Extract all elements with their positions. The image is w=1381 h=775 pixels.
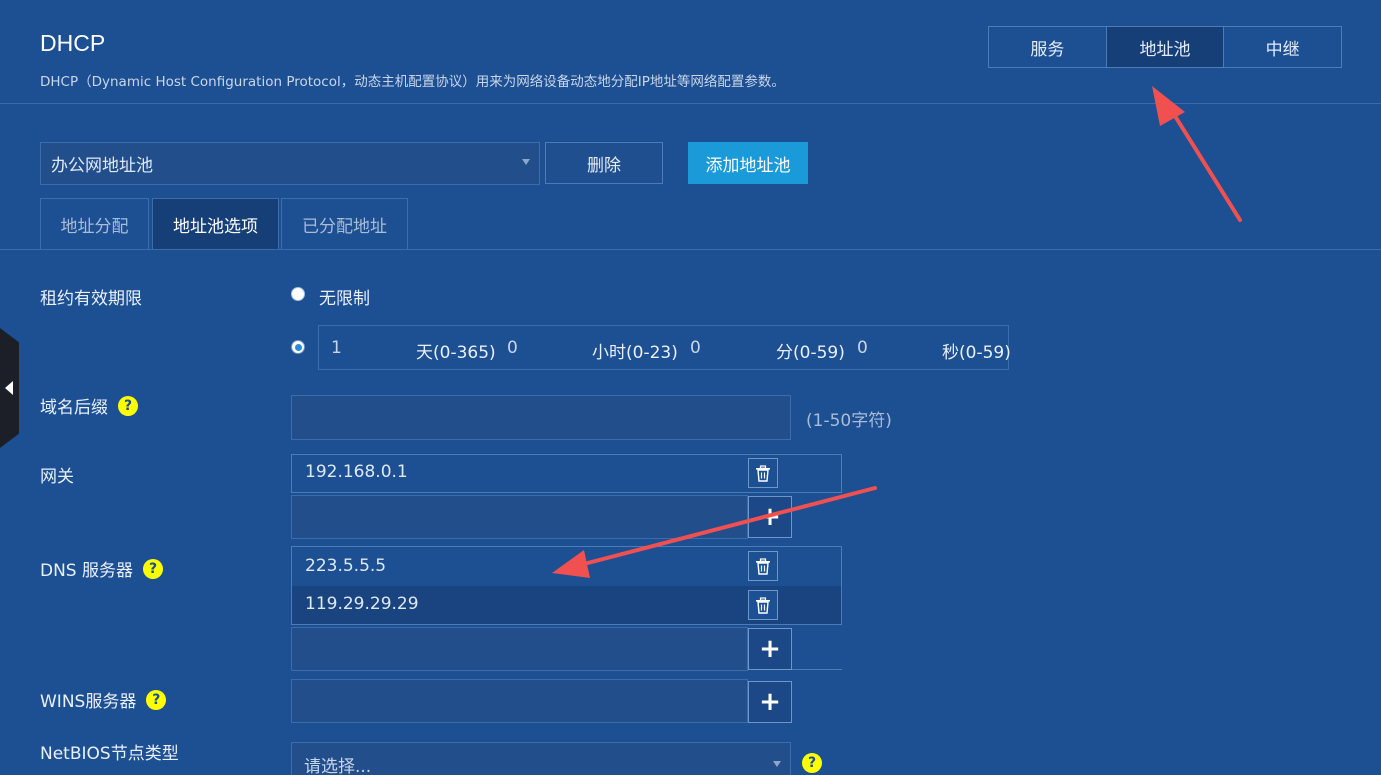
tab-divider xyxy=(0,249,1381,250)
tab-pool-options[interactable]: 地址池选项 xyxy=(152,198,279,250)
trash-icon xyxy=(756,557,770,575)
delete-pool-button[interactable]: 删除 xyxy=(545,142,663,184)
dns-label: DNS 服务器 ? xyxy=(40,556,164,581)
wins-add-button[interactable]: + xyxy=(748,681,792,723)
tab-address-allocation[interactable]: 地址分配 xyxy=(40,198,149,250)
gateway-add-button[interactable]: + xyxy=(748,496,792,538)
plus-icon: + xyxy=(759,502,781,532)
dns-add-button[interactable]: + xyxy=(748,628,792,670)
tab-address-pool[interactable]: 地址池 xyxy=(1106,27,1225,67)
netbios-select-placeholder: 请选择... xyxy=(304,756,372,775)
wins-label: WINS服务器 ? xyxy=(40,687,167,712)
lease-label: 租约有效期限 xyxy=(40,289,142,309)
lease-days-unit: 天(0-365) xyxy=(416,343,496,363)
annotation-arrow-top xyxy=(1152,86,1242,222)
lease-seconds-unit: 秒(0-59) xyxy=(942,343,1011,363)
chevron-down-icon xyxy=(522,159,530,165)
domain-suffix-label-text: 域名后缀 xyxy=(40,398,108,418)
dns-label-text: DNS 服务器 xyxy=(40,561,134,581)
help-icon[interactable]: ? xyxy=(146,689,167,710)
help-icon[interactable]: ? xyxy=(118,395,138,416)
dns-entry-2[interactable]: 119.29.29.29 xyxy=(305,594,419,614)
netbios-label: NetBIOS节点类型 xyxy=(40,744,179,764)
plus-icon: + xyxy=(759,687,781,717)
gateway-entry-value[interactable]: 192.168.0.1 xyxy=(305,462,408,482)
domain-suffix-hint: (1-50字符) xyxy=(806,411,892,431)
lease-hours-input[interactable]: 0 xyxy=(507,338,518,358)
plus-icon: + xyxy=(759,634,781,664)
add-pool-button[interactable]: 添加地址池 xyxy=(688,142,808,184)
top-tab-bar: 服务 地址池 中继 xyxy=(988,26,1342,68)
dns-new-input[interactable] xyxy=(291,627,748,671)
lease-minutes-unit: 分(0-59) xyxy=(776,343,845,363)
chevron-down-icon xyxy=(773,761,781,767)
lease-hours-unit: 小时(0-23) xyxy=(592,343,678,363)
tab-assigned-addresses[interactable]: 已分配地址 xyxy=(281,198,408,250)
lease-unlimited-radio[interactable] xyxy=(291,287,305,301)
chevron-left-icon xyxy=(5,381,13,395)
pool-select[interactable]: 办公网地址池 xyxy=(40,142,540,185)
lease-seconds-input[interactable]: 0 xyxy=(857,338,868,358)
help-icon[interactable]: ? xyxy=(802,753,822,773)
lease-minutes-input[interactable]: 0 xyxy=(690,338,701,358)
netbios-select[interactable]: 请选择... xyxy=(291,742,791,775)
tab-relay[interactable]: 中继 xyxy=(1224,27,1341,67)
sidebar-toggle-handle[interactable] xyxy=(0,328,19,448)
dns-input-underline xyxy=(792,669,842,670)
lease-custom-radio[interactable] xyxy=(291,340,305,354)
wins-input[interactable] xyxy=(291,679,748,723)
page-title: DHCP xyxy=(40,30,106,56)
lease-unlimited-label: 无限制 xyxy=(319,289,370,309)
dns-delete-button-2[interactable] xyxy=(748,590,778,620)
lease-duration-group: 1 天(0-365) 0 小时(0-23) 0 分(0-59) 0 秒(0-59… xyxy=(318,325,1011,370)
domain-suffix-input[interactable] xyxy=(291,395,791,440)
domain-suffix-label: 域名后缀 ? xyxy=(40,393,138,418)
pool-select-value: 办公网地址池 xyxy=(51,156,153,176)
wins-label-text: WINS服务器 xyxy=(40,692,137,712)
gateway-delete-button[interactable] xyxy=(748,458,778,488)
dns-entry-1[interactable]: 223.5.5.5 xyxy=(305,556,386,576)
trash-icon xyxy=(756,596,770,614)
dns-delete-button-1[interactable] xyxy=(748,551,778,581)
tab-service[interactable]: 服务 xyxy=(989,27,1107,67)
gateway-label: 网关 xyxy=(40,467,74,487)
header-divider xyxy=(0,103,1381,104)
gateway-new-input[interactable] xyxy=(291,495,748,539)
trash-icon xyxy=(756,464,770,482)
page-description: DHCP（Dynamic Host Configuration Protocol… xyxy=(40,74,785,90)
lease-days-input[interactable]: 1 xyxy=(331,338,342,358)
help-icon[interactable]: ? xyxy=(143,558,164,579)
